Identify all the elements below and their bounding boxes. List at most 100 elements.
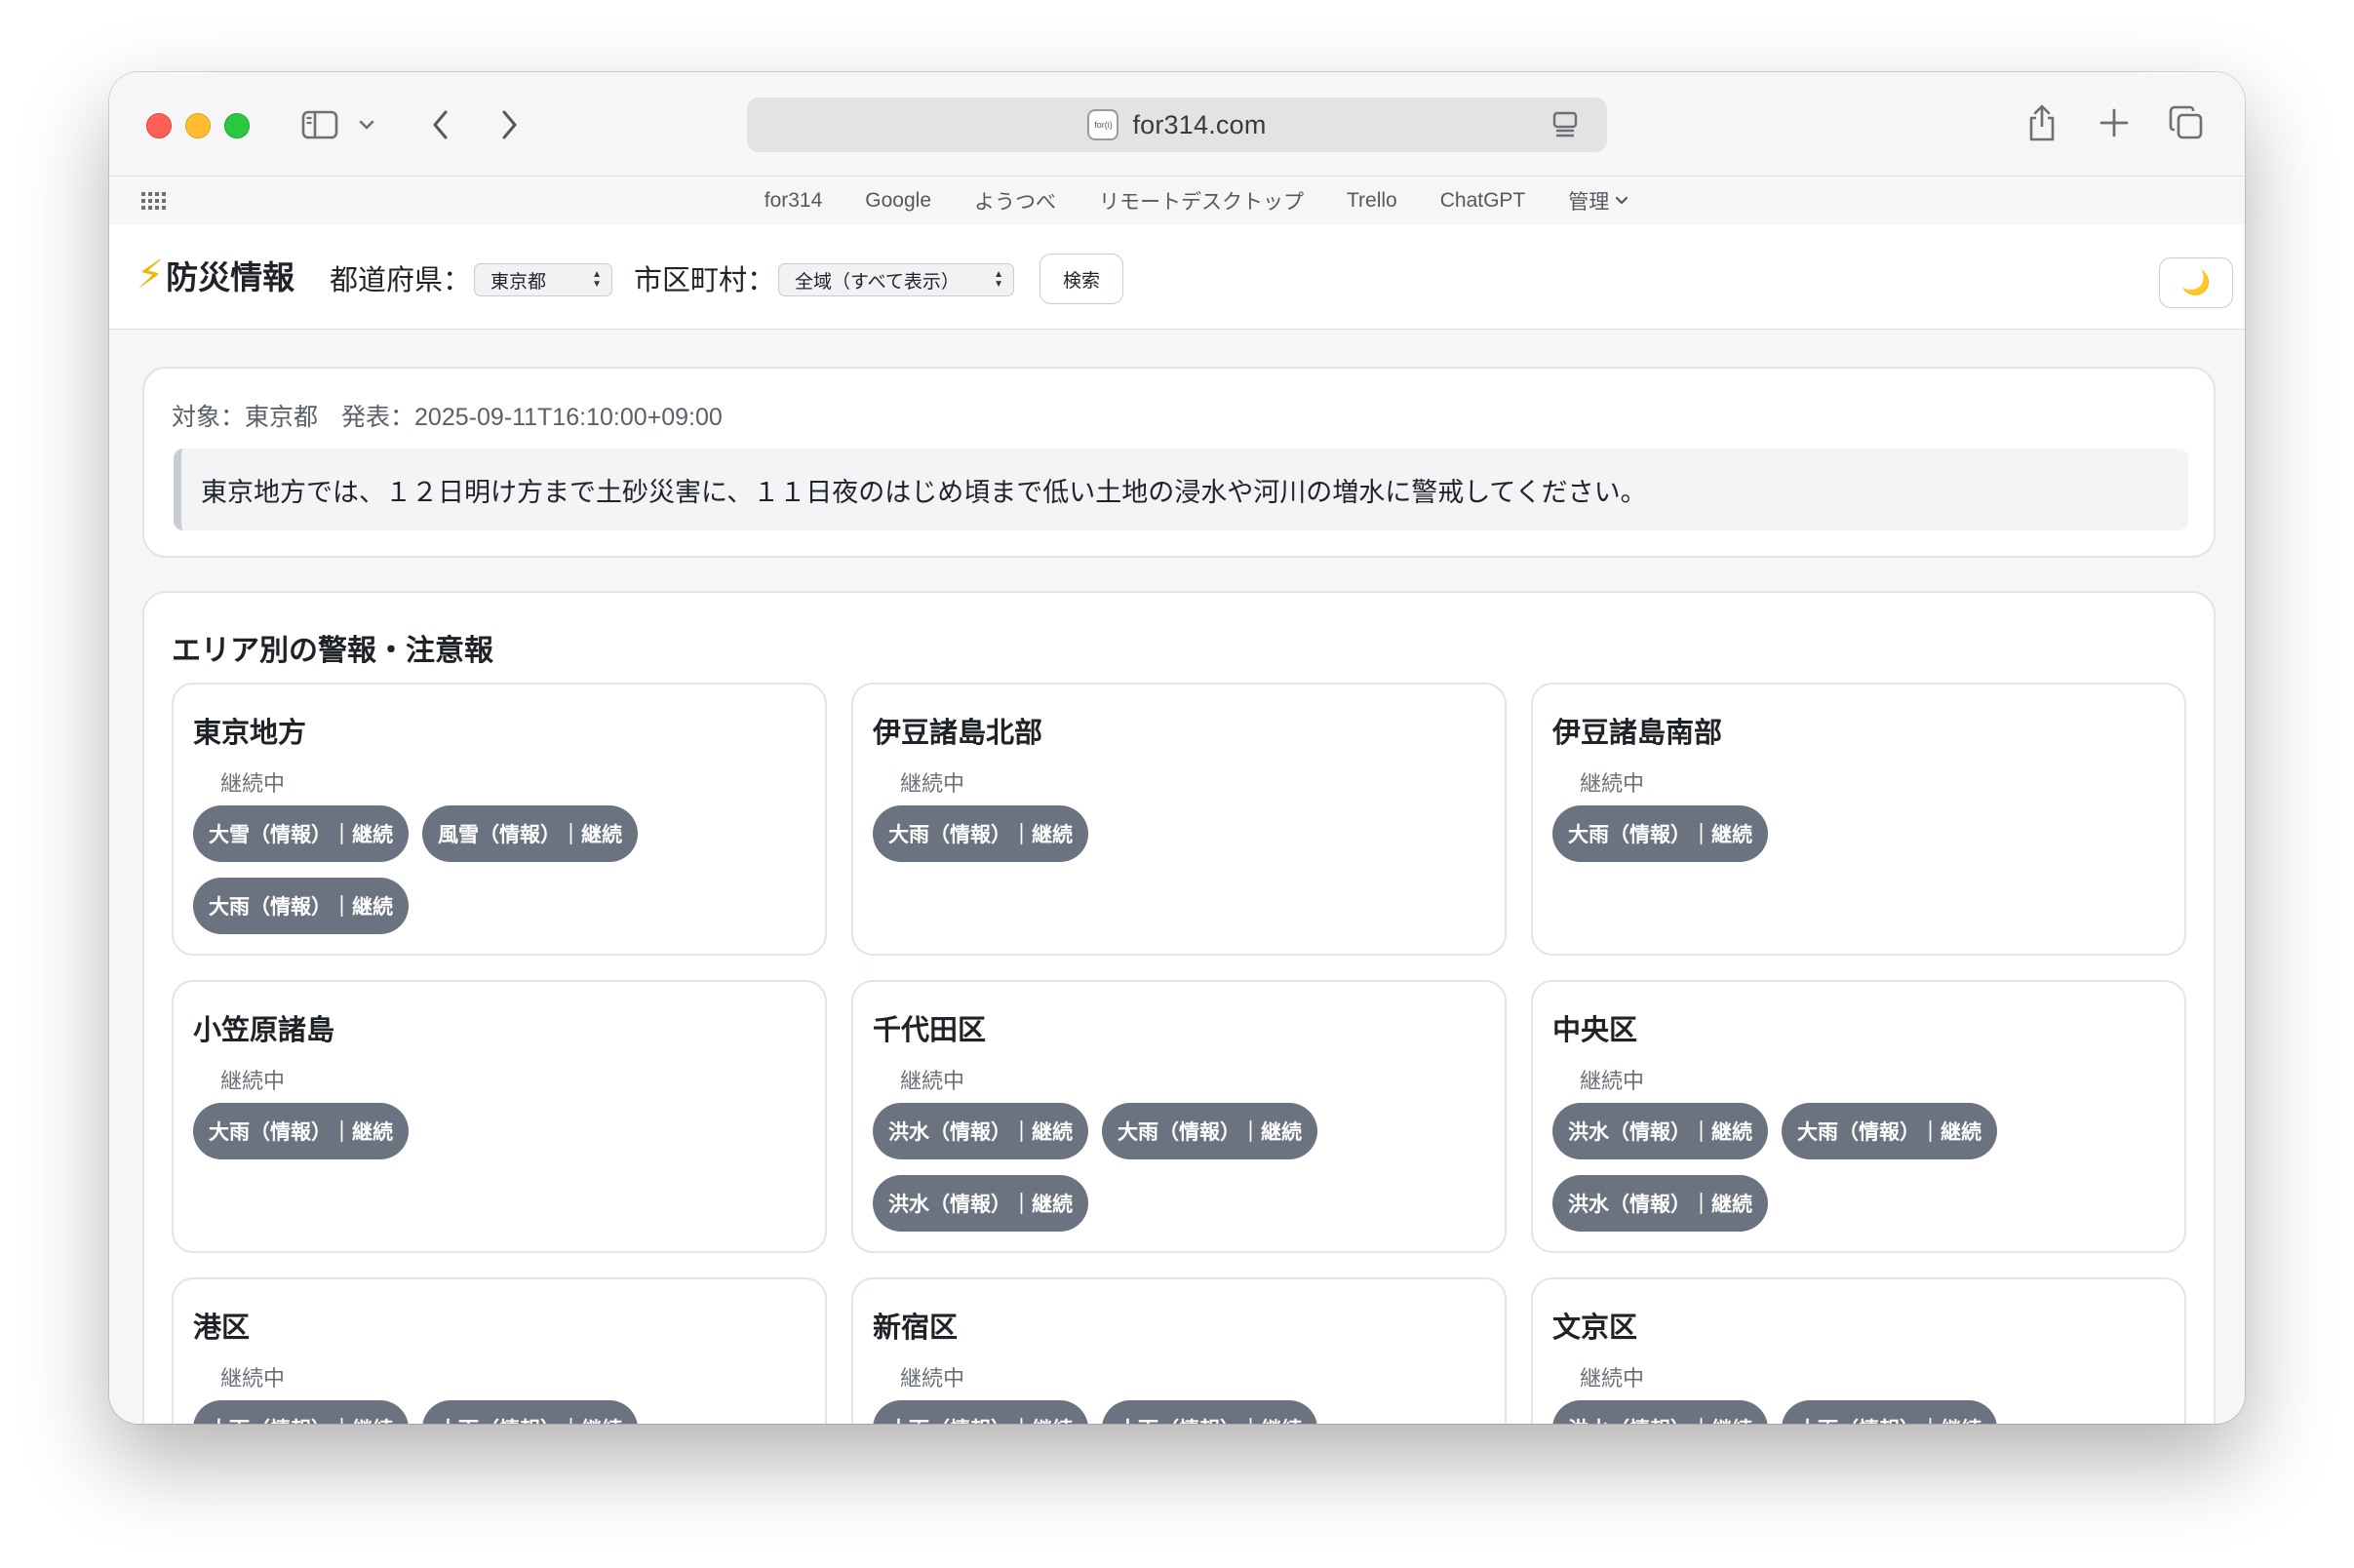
favorite-for314[interactable]: for314 — [743, 189, 844, 213]
forward-icon[interactable] — [491, 105, 527, 144]
back-icon[interactable] — [423, 105, 458, 144]
plus-icon[interactable] — [2095, 103, 2134, 142]
area-status: 継続中 — [220, 1366, 286, 1391]
area-name: 伊豆諸島北部 — [873, 718, 1043, 749]
area-name: 千代田区 — [873, 1015, 987, 1046]
summary-card: 対象：東京都 発表：2025-09-11T16:10:00+09:00 東京地方で… — [142, 367, 2216, 558]
select-arrows-icon: ▲ ▼ — [592, 269, 602, 290]
browser-window: for(i) for314.com for314 Google ようつべ リモー… — [109, 72, 2245, 1424]
area-status: 継続中 — [220, 1069, 286, 1093]
alert-tag-list: 洪水（情報）｜継続大雨（情報）｜継続 — [1552, 1400, 2157, 1424]
area-grid: 東京地方 継続中 大雪（情報）｜継続 風雪（情報）｜継続 大雨（情報）｜継続 伊豆諸島北部… — [172, 683, 2190, 1424]
app-header: ⚡ 防災情報 都道府県： 東京都 ▲ ▼ 市区町村： 全域（すべて表示） ▲ ▼ 検… — [109, 224, 2245, 330]
summary-target: 対象：東京都 — [172, 404, 319, 431]
alert-tag: 大雨（情報）｜継続 — [193, 878, 409, 934]
prefecture-label: 都道府県： — [330, 265, 472, 296]
prefecture-select-value: 東京都 — [490, 271, 547, 293]
alert-tag: 大雨（情報）｜継続 — [1552, 805, 1768, 862]
alert-tag: 大雨（情報）｜継続 — [1782, 1400, 1997, 1424]
select-arrows-icon: ▲ ▼ — [994, 269, 1003, 290]
alert-tag: 洪水（情報）｜継続 — [1552, 1400, 1768, 1424]
area-card: 文京区継続中洪水（情報）｜継続大雨（情報）｜継続 — [1531, 1277, 2186, 1424]
alert-tag: 大雨（情報）｜継続 — [873, 1400, 1088, 1424]
alert-tag-list: 大雪（情報）｜継続 風雪（情報）｜継続 大雨（情報）｜継続 — [193, 805, 798, 934]
area-status: 継続中 — [900, 771, 965, 796]
area-name: 港区 — [193, 1313, 251, 1344]
share-icon[interactable] — [2022, 101, 2061, 144]
area-name: 小笠原諸島 — [193, 1015, 335, 1046]
alert-tag: 大雨（情報）｜継続 — [1102, 1103, 1317, 1159]
favorite-trello[interactable]: Trello — [1325, 189, 1419, 213]
area-status: 継続中 — [1580, 1069, 1645, 1093]
favorite-admin-folder[interactable]: 管理 — [1547, 186, 1650, 216]
alert-tag: 大雨（情報）｜継続 — [873, 805, 1088, 862]
area-status: 継続中 — [1580, 771, 1645, 796]
area-name: 文京区 — [1552, 1313, 1638, 1344]
area-card: 伊豆諸島北部継続中大雨（情報）｜継続 — [851, 683, 1507, 956]
alert-tag: 洪水（情報）｜継続 — [1552, 1175, 1768, 1232]
chevron-down-icon[interactable] — [355, 111, 378, 138]
area-status: 継続中 — [900, 1366, 965, 1391]
alert-tag: 大雨（情報）｜継続 — [193, 1400, 409, 1424]
page-content: ⚡ 防災情報 都道府県： 東京都 ▲ ▼ 市区町村： 全域（すべて表示） ▲ ▼ 検… — [109, 224, 2245, 1424]
favorite-google[interactable]: Google — [844, 189, 953, 213]
alert-tag-list: 洪水（情報）｜継続 大雨（情報）｜継続 洪水（情報）｜継続 — [1552, 1103, 2157, 1232]
zoom-window-button[interactable] — [224, 113, 250, 138]
area-card: 新宿区継続中大雨（情報）｜継続大雨（情報）｜継続 — [851, 1277, 1507, 1424]
site-favicon: for(i) — [1087, 109, 1119, 140]
alert-tag: 大雨（情報）｜継続 — [193, 1103, 409, 1159]
alert-tag: 大雨（情報）｜継続 — [1102, 1400, 1317, 1424]
url-text: for314.com — [1132, 109, 1267, 139]
summary-issued: 発表：2025-09-11T16:10:00+09:00 — [341, 404, 723, 431]
alert-tag: 洪水（情報）｜継続 — [873, 1103, 1088, 1159]
area-card: 伊豆諸島南部継続中大雨（情報）｜継続 — [1531, 683, 2186, 956]
alert-tag: 風雪（情報）｜継続 — [422, 805, 638, 862]
alert-tag-list: 大雨（情報）｜継続 — [873, 805, 1477, 862]
area-name: 伊豆諸島南部 — [1552, 718, 1723, 749]
alert-tag-list: 大雨（情報）｜継続大雨（情報）｜継続 — [193, 1400, 798, 1424]
area-card: 中央区 継続中 洪水（情報）｜継続 大雨（情報）｜継続 洪水（情報）｜継続 — [1531, 980, 2186, 1253]
city-select-value: 全域（すべて表示） — [795, 271, 960, 293]
area-card: 千代田区継続中洪水（情報）｜継続 大雨（情報）｜継続 洪水（情報）｜継続 — [851, 980, 1507, 1253]
alert-tag-list: 大雨（情報）｜継続 — [1552, 805, 2157, 862]
city-select[interactable]: 全域（すべて表示） ▲ ▼ — [778, 263, 1014, 296]
prefecture-select[interactable]: 東京都 ▲ ▼ — [474, 263, 612, 296]
area-name: 新宿区 — [873, 1313, 959, 1344]
alert-tag: 洪水（情報）｜継続 — [1552, 1103, 1768, 1159]
brand: ⚡ 防災情報 — [137, 252, 294, 298]
summary-meta: 対象：東京都 発表：2025-09-11T16:10:00+09:00 — [172, 398, 723, 433]
moon-icon: 🌙 — [2181, 269, 2211, 296]
alert-tag-list: 大雨（情報）｜継続大雨（情報）｜継続 — [873, 1400, 1477, 1424]
page-title: 防災情報 — [166, 259, 295, 295]
area-name: 東京地方 — [193, 718, 307, 749]
city-label: 市区町村： — [634, 265, 776, 296]
address-bar[interactable]: for(i) for314.com — [747, 98, 1607, 152]
alert-tag: 大雨（情報）｜継続 — [1782, 1103, 1997, 1159]
minimize-window-button[interactable] — [185, 113, 211, 138]
area-section-title: エリア別の警報・注意報 — [172, 635, 493, 667]
favorite-chatgpt[interactable]: ChatGPT — [1419, 189, 1548, 213]
favorite-admin-label: 管理 — [1568, 191, 1610, 214]
theme-toggle-button[interactable]: 🌙 — [2159, 257, 2233, 308]
browser-toolbar: for(i) for314.com — [109, 72, 2245, 176]
area-status: 継続中 — [220, 771, 286, 796]
favicon-label: for(i) — [1094, 120, 1113, 130]
sidebar-icon[interactable] — [300, 107, 339, 142]
area-status: 継続中 — [900, 1069, 965, 1093]
reader-mode-icon[interactable] — [1552, 111, 1578, 143]
close-window-button[interactable] — [146, 113, 172, 138]
alert-tag: 洪水（情報）｜継続 — [873, 1175, 1088, 1232]
search-button[interactable]: 検索 — [1040, 254, 1123, 304]
tab-overview-icon[interactable] — [2167, 103, 2206, 142]
alert-tag: 大雨（情報）｜継続 — [422, 1400, 638, 1424]
alert-tag: 大雪（情報）｜継続 — [193, 805, 409, 862]
area-status: 継続中 — [1580, 1366, 1645, 1391]
alert-tag-list: 洪水（情報）｜継続 大雨（情報）｜継続 洪水（情報）｜継続 — [873, 1103, 1477, 1232]
lightning-icon: ⚡ — [137, 254, 165, 296]
area-card: 東京地方継続中大雪（情報）｜継続 風雪（情報）｜継続 大雨（情報）｜継続 — [172, 683, 827, 956]
alert-tag-list: 大雨（情報）｜継続 — [193, 1103, 798, 1159]
area-card: 港区継続中大雨（情報）｜継続大雨（情報）｜継続 — [172, 1277, 827, 1424]
favorite-remote-desktop[interactable]: リモートデスクトップ — [1078, 186, 1325, 216]
favorite-youtube[interactable]: ようつべ — [953, 186, 1078, 216]
area-card: 小笠原諸島継続中大雨（情報）｜継続 — [172, 980, 827, 1253]
